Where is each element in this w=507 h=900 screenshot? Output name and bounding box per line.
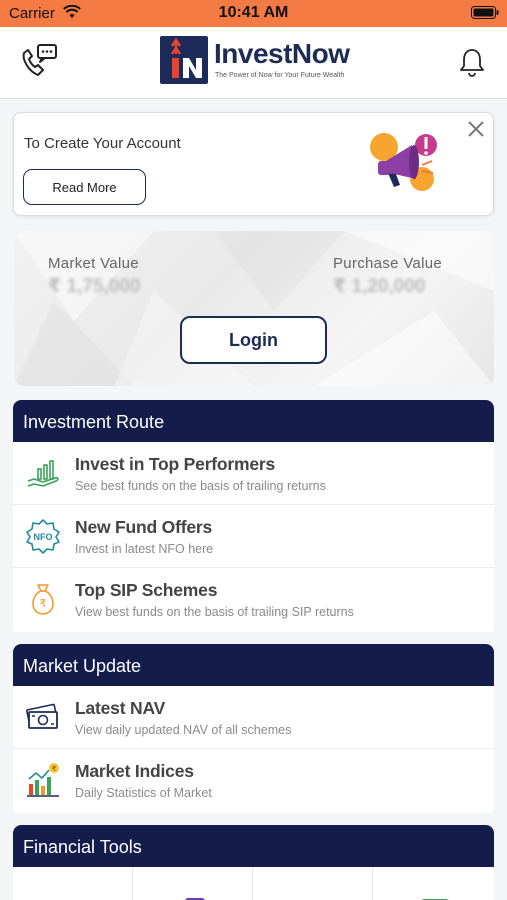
item-title: Invest in Top Performers [75, 454, 276, 474]
financial-tools-grid [13, 867, 494, 900]
item-title: New Fund Offers [75, 517, 213, 537]
market-update-section: Market Update Latest NAV View daily upda… [13, 644, 494, 813]
app-header: InvestNow The Power of Now for Your Futu… [0, 27, 507, 99]
svg-text:NFO: NFO [34, 532, 53, 542]
clock: 10:41 AM [218, 4, 289, 21]
close-icon[interactable] [467, 120, 485, 138]
login-button[interactable]: Login [180, 316, 327, 364]
battery-icon [471, 6, 499, 19]
investment-route-section: Investment Route Invest in Top Performer… [13, 400, 494, 632]
item-title: Latest NAV [75, 698, 166, 718]
item-subtitle: Invest in latest NFO here [75, 542, 214, 556]
money-bag-icon: ₹ [32, 584, 54, 615]
list-item-top-sip-schemes[interactable]: ₹ Top SIP Schemes View best funds on the… [13, 568, 494, 631]
logo-mark [160, 36, 208, 84]
promo-title: To Create Your Account [24, 135, 181, 152]
brand-tagline: The Power of Now for Your Future Wealth [215, 72, 345, 79]
investnow-logo: InvestNow The Power of Now for Your Futu… [160, 36, 350, 84]
list-item-top-performers[interactable]: Invest in Top Performers See best funds … [13, 442, 494, 505]
bar-chart-icon: ₹ [27, 763, 59, 797]
purchase-value: ₹ 1,20,000 [333, 276, 426, 297]
svg-text:₹: ₹ [52, 765, 57, 773]
tool-cell[interactable] [133, 867, 253, 900]
investment-route-header: Investment Route [13, 400, 494, 442]
financial-tools-header: Financial Tools [13, 825, 494, 867]
portfolio-summary-card: Market Value ₹ 1,75,000 Purchase Value ₹… [14, 231, 494, 386]
market-value: ₹ 1,75,000 [48, 276, 141, 297]
tool-cell[interactable] [13, 867, 133, 900]
item-title: Market Indices [75, 761, 194, 781]
support-chat-icon[interactable] [20, 43, 58, 79]
svg-text:₹: ₹ [40, 597, 47, 610]
list-item-new-fund-offers[interactable]: NFO New Fund Offers Invest in latest NFO… [13, 505, 494, 568]
logo-arrow-icon [170, 37, 202, 78]
market-update-header: Market Update [13, 644, 494, 686]
item-subtitle: See best funds on the basis of trailing … [75, 479, 326, 493]
list-item-market-indices[interactable]: ₹ Market Indices Daily Statistics of Mar… [13, 749, 494, 812]
item-title: Top SIP Schemes [75, 580, 218, 600]
item-subtitle: View best funds on the basis of trailing… [75, 605, 354, 619]
tool-cell[interactable] [253, 867, 373, 900]
read-more-button[interactable]: Read More [23, 169, 146, 205]
financial-tools-section: Financial Tools [13, 825, 494, 900]
brand-name: InvestNow [214, 38, 350, 69]
status-bar: Carrier 10:41 AM [0, 0, 507, 27]
growth-hand-icon [27, 460, 59, 487]
list-item-latest-nav[interactable]: Latest NAV View daily updated NAV of all… [13, 686, 494, 749]
tool-cell[interactable] [373, 867, 493, 900]
notification-bell-icon[interactable] [459, 47, 485, 77]
megaphone-icon [370, 133, 437, 191]
create-account-card: To Create Your Account Read More [13, 112, 494, 216]
item-subtitle: View daily updated NAV of all schemes [75, 723, 292, 737]
banknote-icon [26, 703, 58, 729]
item-subtitle: Daily Statistics of Market [75, 786, 212, 800]
purchase-value-label: Purchase Value [333, 255, 442, 272]
market-value-label: Market Value [48, 255, 139, 272]
nfo-badge-icon: NFO [26, 519, 60, 554]
